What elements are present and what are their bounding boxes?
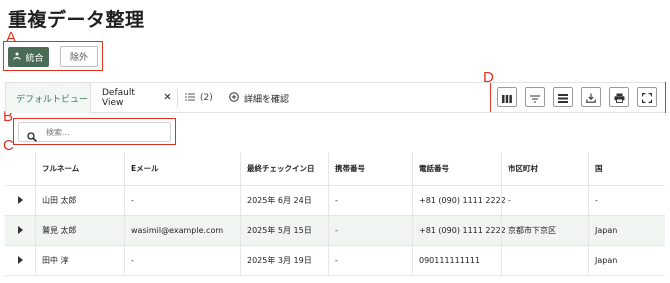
page-title: 重複データ整理	[8, 9, 145, 31]
view-details-button[interactable]: 詳細を確認	[229, 83, 289, 113]
cell-country: Japan	[588, 246, 665, 275]
cell-phone: +81 (090) 1111 2222	[412, 216, 506, 245]
expand-column-header	[5, 152, 35, 185]
merge-icon	[13, 52, 22, 63]
cell-last-checkin: 2025年 3月 19日	[240, 246, 328, 275]
cell-mobile: -	[328, 186, 412, 215]
cell-full-name: 田中 淳	[35, 246, 124, 275]
print-button[interactable]	[609, 87, 629, 107]
merge-button-label: 統合	[25, 53, 44, 64]
table-bottom-border	[5, 275, 665, 276]
columns-button[interactable]	[497, 87, 517, 107]
merge-button[interactable]: 統合	[8, 47, 49, 67]
download-button[interactable]	[581, 87, 601, 107]
cell-email: wasimil@example.com	[124, 216, 240, 245]
plus-circle-icon	[229, 91, 239, 105]
table-row[interactable]: 田中 淳 - 2025年 3月 19日 - 090111111111 Japan	[5, 245, 665, 275]
cell-mobile: -	[328, 216, 412, 245]
cell-phone: +81 (090) 1111 2222	[412, 186, 506, 215]
cell-city: 京都市下京区	[501, 216, 588, 245]
expand-row-icon[interactable]	[18, 226, 23, 234]
column-header-phone[interactable]: 電話番号	[412, 152, 501, 185]
column-header-email[interactable]: Eメール	[124, 152, 240, 185]
tab-label: Default View	[102, 88, 135, 108]
print-icon	[614, 88, 625, 107]
table-row[interactable]: 山田 太郎 - 2025年 6月 24日 - +81 (090) 1111 22…	[5, 185, 665, 215]
close-icon[interactable]	[164, 93, 171, 103]
tab-default-view-jp[interactable]: デフォルトビュー	[5, 83, 91, 113]
exclude-button-label: 除外	[69, 53, 88, 63]
cell-mobile: -	[328, 246, 412, 275]
view-details-label: 詳細を確認	[244, 94, 290, 105]
expand-row-icon[interactable]	[18, 256, 23, 264]
list-count-button[interactable]: (2)	[185, 83, 213, 113]
exclude-button[interactable]: 除外	[60, 46, 98, 67]
list-icon	[185, 92, 195, 104]
tab-default-view[interactable]: Default View	[95, 83, 171, 113]
table-header: フルネーム Eメール 最終チェックイン日 携帯番号 電話番号 市区町村 国	[5, 152, 665, 185]
cell-city	[501, 246, 588, 275]
column-header-mobile[interactable]: 携帯番号	[328, 152, 412, 185]
tab-divider	[177, 89, 178, 107]
cell-email: -	[124, 186, 240, 215]
cell-email: -	[124, 246, 240, 275]
download-icon	[586, 88, 596, 107]
expand-row-icon[interactable]	[18, 196, 23, 204]
filter-button[interactable]	[525, 87, 545, 107]
columns-icon	[502, 88, 512, 107]
cell-full-name: 山田 太郎	[35, 186, 124, 215]
column-header-last-checkin[interactable]: 最終チェックイン日	[240, 152, 328, 185]
search-input[interactable]	[18, 122, 171, 142]
fullscreen-button[interactable]	[637, 87, 657, 107]
cell-country: Japan	[588, 216, 665, 245]
table-row[interactable]: 鷲見 太郎 wasimil@example.com 2025年 5月 15日 -…	[5, 215, 665, 245]
cell-country: -	[588, 186, 665, 215]
cell-last-checkin: 2025年 5月 15日	[240, 216, 328, 245]
search-icon	[27, 127, 37, 146]
cell-full-name: 鷲見 太郎	[35, 216, 124, 245]
annotation-marker-c: C	[3, 137, 14, 154]
tab-label: デフォルトビュー	[16, 94, 89, 105]
density-icon	[558, 88, 568, 107]
cell-phone: 090111111111	[412, 246, 501, 275]
cell-last-checkin: 2025年 6月 24日	[240, 186, 328, 215]
cell-city: -	[501, 186, 588, 215]
list-count: (2)	[200, 93, 213, 103]
column-header-full-name[interactable]: フルネーム	[35, 152, 124, 185]
density-button[interactable]	[553, 87, 573, 107]
filter-icon	[530, 88, 540, 107]
column-header-country[interactable]: 国	[588, 152, 665, 185]
fullscreen-icon	[642, 88, 652, 107]
column-header-city[interactable]: 市区町村	[501, 152, 588, 185]
